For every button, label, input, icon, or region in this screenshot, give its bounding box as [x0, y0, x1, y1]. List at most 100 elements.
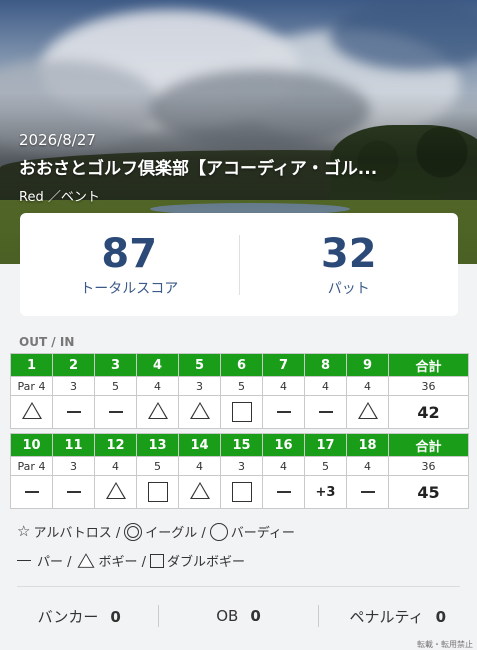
legend-birdie: バーディー — [230, 526, 295, 541]
hole-number: 4 — [136, 353, 179, 377]
legend-par: パー / — [37, 555, 72, 570]
copyright-note: 転載・転用禁止 — [417, 640, 473, 649]
hole-result[interactable] — [94, 475, 137, 509]
hole-par: 4 — [178, 456, 221, 476]
hole-result[interactable] — [262, 395, 305, 429]
nine-total: 45 — [388, 475, 469, 509]
score-row: +3 45 — [10, 475, 469, 509]
legend-bogey: ボギー / — [98, 555, 147, 570]
hole-number: 2 — [52, 353, 95, 377]
legend-row-1: ☆ アルバトロス / イーグル / バーディー — [17, 522, 299, 541]
par-dash-icon — [24, 491, 39, 493]
over-par-text: +3 — [315, 485, 336, 500]
star-icon: ☆ — [17, 522, 31, 540]
hole-result[interactable] — [94, 395, 137, 429]
par-dash-icon — [276, 491, 291, 493]
hole-result[interactable] — [178, 475, 221, 509]
hole-par: 5 — [220, 376, 263, 396]
hole-par: 4 — [136, 376, 179, 396]
hole-result[interactable] — [262, 475, 305, 509]
hole-result[interactable] — [220, 395, 263, 429]
double-bogey-square-icon — [147, 482, 168, 502]
bogey-triangle-icon — [147, 401, 168, 419]
dash-icon — [17, 559, 31, 562]
hole-result[interactable] — [178, 395, 221, 429]
bogey-triangle-icon — [189, 481, 210, 499]
hole-number: 5 — [178, 353, 221, 377]
legend-eagle: イーグル / — [145, 526, 206, 541]
hole-par: Par 4 — [10, 376, 53, 396]
hole-result[interactable] — [10, 395, 53, 429]
course-name: おおさとゴルフ倶楽部【アコーディア・ゴル... — [19, 159, 378, 179]
bunker-label: バンカー — [37, 607, 99, 626]
hole-number-row: 10 11 12 13 14 15 16 17 18 合計 — [10, 433, 469, 457]
hole-par: Par 4 — [10, 456, 53, 476]
total-score-label: トータルスコア — [80, 280, 179, 297]
hole-result[interactable] — [346, 395, 389, 429]
par-dash-icon — [108, 411, 123, 413]
hole-par: 4 — [262, 456, 305, 476]
scorecard-out: 1 2 3 4 5 6 7 8 9 合計 Par 4 3 5 4 3 5 4 4 4 36 42 — [10, 353, 469, 429]
par-dash-icon — [66, 491, 81, 493]
hole-par: 3 — [220, 456, 263, 476]
bogey-triangle-icon — [105, 481, 126, 499]
hole-number: 12 — [94, 433, 137, 457]
par-row: Par 4 3 4 5 4 3 4 5 4 36 — [10, 456, 469, 476]
round-date: 2026/8/27 — [19, 131, 96, 149]
par-dash-icon — [360, 491, 375, 493]
hole-number: 16 — [262, 433, 305, 457]
hole-par: 5 — [304, 456, 347, 476]
hole-number: 10 — [10, 433, 53, 457]
penalty-label: ペナルティ — [349, 607, 424, 626]
bunker-value: 0 — [110, 607, 121, 626]
ob-label: OB — [216, 607, 239, 625]
hole-result[interactable] — [220, 475, 263, 509]
par-row: Par 4 3 5 4 3 5 4 4 4 36 — [10, 376, 469, 396]
hole-number: 14 — [178, 433, 221, 457]
hole-number: 15 — [220, 433, 263, 457]
hole-result[interactable] — [136, 395, 179, 429]
bogey-triangle-icon — [21, 401, 42, 419]
total-score: 87 — [101, 230, 158, 277]
section-label: OUT / IN — [19, 335, 75, 349]
legend-row-2: パー / ボギー / ダブルボギー — [17, 551, 249, 570]
summary-card: 87 トータルスコア 32 パット — [20, 213, 458, 316]
hole-number: 8 — [304, 353, 347, 377]
divider — [17, 586, 460, 587]
hole-result[interactable] — [52, 475, 95, 509]
hole-result[interactable] — [304, 395, 347, 429]
hole-number: 9 — [346, 353, 389, 377]
hole-par: 4 — [262, 376, 305, 396]
stats-bar: バンカー 0 OB 0 ペナルティ 0 — [0, 605, 477, 627]
hole-par: 3 — [52, 376, 95, 396]
hole-par: 4 — [94, 456, 137, 476]
par-total: 36 — [388, 456, 469, 476]
hole-result[interactable] — [10, 475, 53, 509]
score-row: 42 — [10, 395, 469, 429]
hole-number: 11 — [52, 433, 95, 457]
hole-par: 5 — [136, 456, 179, 476]
hole-result[interactable] — [346, 475, 389, 509]
ob-value: 0 — [250, 607, 261, 625]
par-dash-icon — [276, 411, 291, 413]
hole-result[interactable] — [136, 475, 179, 509]
putts-label: パット — [327, 280, 370, 297]
hole-result[interactable] — [52, 395, 95, 429]
double-bogey-square-icon — [231, 402, 252, 422]
hole-number: 18 — [346, 433, 389, 457]
tee-info: Red ／ベント — [19, 190, 100, 205]
total-header: 合計 — [388, 353, 469, 377]
hole-number-row: 1 2 3 4 5 6 7 8 9 合計 — [10, 353, 469, 377]
ob-stat: OB 0 — [159, 607, 317, 625]
nine-total: 42 — [388, 395, 469, 429]
hole-par: 3 — [178, 376, 221, 396]
putts-count: 32 — [320, 230, 377, 277]
scorecard-in: 10 11 12 13 14 15 16 17 18 合計 Par 4 3 4 5 4 3 4 5 4 36 +3 4… — [10, 433, 469, 509]
hole-number: 13 — [136, 433, 179, 457]
penalty-stat: ペナルティ 0 — [319, 606, 477, 627]
par-total: 36 — [388, 376, 469, 396]
legend-albatross: アルバトロス / — [33, 526, 121, 541]
hole-result[interactable]: +3 — [304, 475, 347, 509]
double-bogey-square-icon — [231, 482, 252, 502]
circle-icon — [209, 522, 228, 541]
